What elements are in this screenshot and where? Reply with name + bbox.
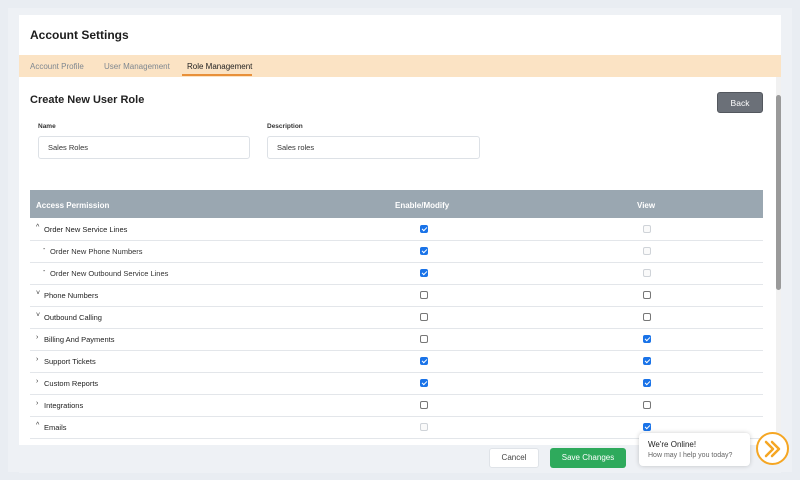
- table-row: - Order New Phone Numbers: [30, 241, 763, 263]
- back-button[interactable]: Back: [717, 92, 763, 113]
- enable-modify-checkbox[interactable]: [420, 225, 428, 233]
- enable-modify-checkbox: [420, 423, 428, 431]
- column-header-access-permission: Access Permission: [36, 201, 110, 210]
- expand-chevron-icon[interactable]: ›: [36, 400, 38, 407]
- description-label: Description: [267, 123, 303, 130]
- cancel-button[interactable]: Cancel: [489, 448, 539, 468]
- permission-label: Order New Service Lines: [44, 225, 128, 234]
- view-checkbox[interactable]: [643, 335, 651, 343]
- column-header-view: View: [637, 201, 656, 210]
- sub-item-dash: -: [43, 246, 46, 253]
- table-row: › Support Tickets: [30, 351, 763, 373]
- permission-label: Custom Reports: [44, 379, 99, 388]
- permission-label: Order New Phone Numbers: [50, 247, 143, 256]
- view-checkbox[interactable]: [643, 313, 651, 321]
- chat-bubble[interactable]: [639, 433, 750, 466]
- enable-modify-checkbox[interactable]: [420, 335, 428, 343]
- expand-chevron-icon[interactable]: ^: [36, 422, 39, 429]
- table-row: ˅ Outbound Calling: [30, 307, 763, 329]
- expand-chevron-icon[interactable]: ˅: [36, 312, 40, 319]
- permission-label: Order New Outbound Service Lines: [50, 269, 169, 278]
- double-chevron-right-icon: [764, 440, 781, 458]
- enable-modify-checkbox[interactable]: [420, 291, 428, 299]
- view-checkbox[interactable]: [643, 423, 651, 431]
- enable-modify-checkbox[interactable]: [420, 379, 428, 387]
- sub-item-dash: -: [43, 268, 46, 275]
- scrollbar-thumb[interactable]: [776, 95, 781, 290]
- table-row: › Custom Reports: [30, 373, 763, 395]
- view-checkbox[interactable]: [643, 379, 651, 387]
- expand-chevron-icon[interactable]: ›: [36, 378, 38, 385]
- expand-chevron-icon[interactable]: ›: [36, 356, 38, 363]
- chat-subtitle: How may I help you today?: [648, 452, 733, 459]
- chat-title: We're Online!: [648, 440, 697, 449]
- enable-modify-checkbox[interactable]: [420, 313, 428, 321]
- chat-launcher-button[interactable]: [756, 432, 789, 465]
- enable-modify-checkbox[interactable]: [420, 401, 428, 409]
- permission-label: Integrations: [44, 401, 84, 410]
- page-title: Account Settings: [30, 28, 129, 42]
- enable-modify-checkbox[interactable]: [420, 247, 428, 255]
- expand-chevron-icon[interactable]: ^: [36, 224, 39, 231]
- permission-label: Billing And Payments: [44, 335, 115, 344]
- enable-modify-checkbox[interactable]: [420, 269, 428, 277]
- permission-label: Phone Numbers: [44, 291, 99, 300]
- view-checkbox[interactable]: [643, 291, 651, 299]
- view-checkbox[interactable]: [643, 357, 651, 365]
- tab-role-management[interactable]: Role Management: [187, 62, 252, 71]
- active-tab-indicator: [182, 74, 252, 76]
- view-checkbox[interactable]: [643, 401, 651, 409]
- table-row: ^ Order New Service Lines: [30, 219, 763, 241]
- name-label: Name: [38, 123, 56, 130]
- view-checkbox: [643, 247, 651, 255]
- table-row: - Order New Outbound Service Lines: [30, 263, 763, 285]
- view-checkbox: [643, 269, 651, 277]
- section-title: Create New User Role: [30, 94, 145, 106]
- expand-chevron-icon[interactable]: ˅: [36, 290, 40, 297]
- tab-user-management[interactable]: User Management: [104, 62, 170, 71]
- column-header-enable-modify: Enable/Modify: [395, 201, 450, 210]
- view-checkbox: [643, 225, 651, 233]
- permission-label: Emails: [44, 423, 67, 432]
- permission-label: Outbound Calling: [44, 313, 102, 322]
- tab-account-profile[interactable]: Account Profile: [30, 62, 84, 71]
- save-changes-button[interactable]: Save Changes: [550, 448, 626, 468]
- name-input[interactable]: Sales Roles: [38, 136, 250, 159]
- expand-chevron-icon[interactable]: ›: [36, 334, 38, 341]
- enable-modify-checkbox[interactable]: [420, 357, 428, 365]
- permission-label: Support Tickets: [44, 357, 96, 366]
- table-row: ˅ Phone Numbers: [30, 285, 763, 307]
- table-row: › Integrations: [30, 395, 763, 417]
- header-bar: [19, 15, 781, 55]
- table-row: › Billing And Payments: [30, 329, 763, 351]
- description-input[interactable]: Sales roles: [267, 136, 480, 159]
